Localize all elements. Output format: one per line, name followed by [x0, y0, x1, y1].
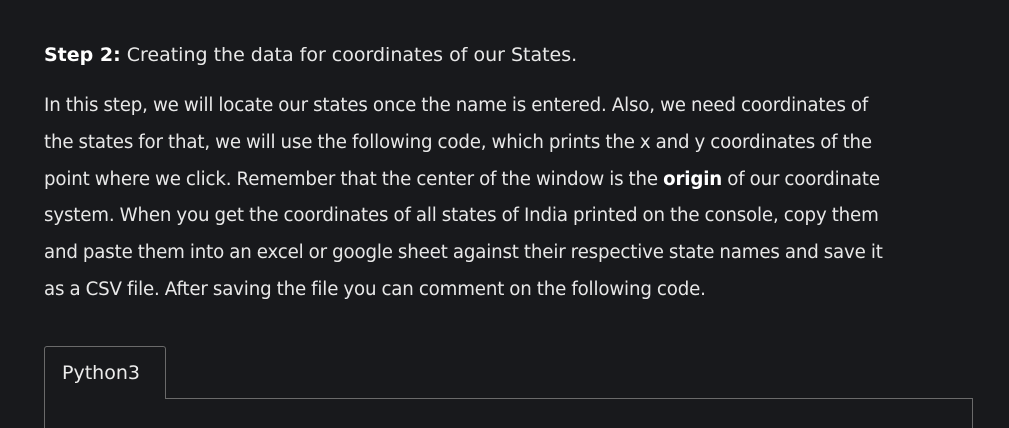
- paragraph-line: and paste them into an excel or google s…: [44, 242, 883, 264]
- tab-python3[interactable]: Python3: [44, 346, 166, 399]
- step-label: Step 2:: [44, 44, 121, 66]
- paragraph-line: In this step, we will locate our states …: [44, 95, 869, 116]
- paragraph-text: of our coordinate: [722, 168, 880, 190]
- paragraph-line: point where we click. Remember that the …: [44, 162, 974, 199]
- paragraph-line: system. When you get the coordinates of …: [44, 205, 879, 227]
- step-heading: Step 2: Creating the data for coordinate…: [44, 42, 974, 68]
- paragraph-line: the states for that, we will use the fol…: [44, 131, 872, 153]
- origin-emphasis: origin: [663, 168, 723, 190]
- paragraph-line: as a CSV file. After saving the file you…: [44, 278, 706, 300]
- code-block: [44, 398, 973, 428]
- explanation-paragraph: In this step, we will locate our states …: [44, 88, 974, 309]
- paragraph-text: point where we click. Remember that the …: [44, 168, 664, 190]
- step-title: Creating the data for coordinates of our…: [120, 44, 578, 66]
